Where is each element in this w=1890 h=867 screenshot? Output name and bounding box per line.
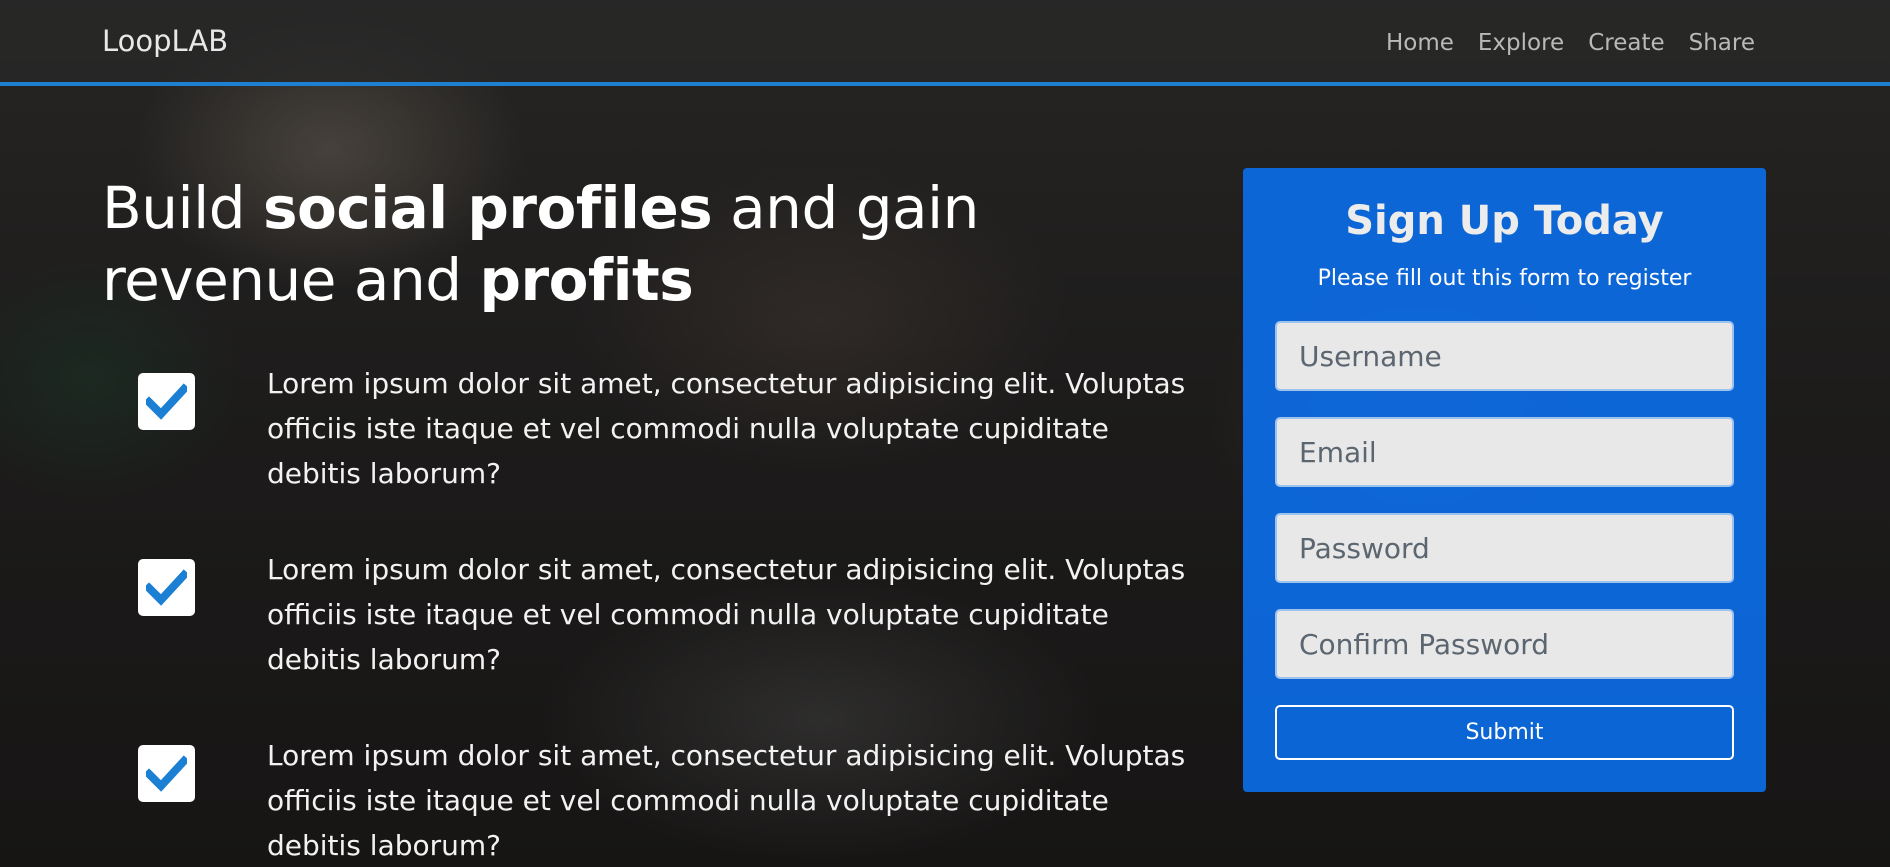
nav-share-link[interactable]: Share xyxy=(1689,30,1755,56)
feature-text: Lorem ipsum dolor sit amet, consectetur … xyxy=(267,367,1186,490)
nav-create-link[interactable]: Create xyxy=(1588,30,1664,56)
confirm-password-input[interactable] xyxy=(1275,609,1734,679)
username-input[interactable] xyxy=(1275,321,1734,391)
nav-home-link[interactable]: Home xyxy=(1386,30,1454,56)
headline-text: Build xyxy=(102,174,264,242)
password-input[interactable] xyxy=(1275,513,1734,583)
feature-item: Lorem ipsum dolor sit amet, consectetur … xyxy=(138,733,1185,862)
signup-subtitle: Please fill out this form to register xyxy=(1317,266,1692,291)
feature-item: Lorem ipsum dolor sit amet, consectetur … xyxy=(138,361,1185,490)
submit-button[interactable]: Submit xyxy=(1275,705,1734,760)
check-icon xyxy=(138,559,195,616)
navbar: LoopLAB Home Explore Create Share xyxy=(0,0,1890,86)
headline-emphasis: social profiles xyxy=(263,174,713,242)
signup-card: Sign Up Today Please fill out this form … xyxy=(1243,168,1766,792)
feature-item: Lorem ipsum dolor sit amet, consectetur … xyxy=(138,547,1185,676)
brand-logo[interactable]: LoopLAB xyxy=(102,24,228,58)
check-icon xyxy=(138,745,195,802)
nav-links: Home Explore Create Share xyxy=(1386,30,1755,56)
feature-text: Lorem ipsum dolor sit amet, consectetur … xyxy=(267,739,1186,862)
check-icon xyxy=(138,373,195,430)
page: LoopLAB Home Explore Create Share Build … xyxy=(0,0,1890,867)
signup-title: Sign Up Today xyxy=(1345,198,1664,244)
nav-explore-link[interactable]: Explore xyxy=(1478,30,1564,56)
hero-headline: Build social profiles and gain revenue a… xyxy=(102,172,1182,316)
feature-text: Lorem ipsum dolor sit amet, consectetur … xyxy=(267,553,1186,676)
email-input[interactable] xyxy=(1275,417,1734,487)
headline-emphasis: profits xyxy=(479,246,694,314)
